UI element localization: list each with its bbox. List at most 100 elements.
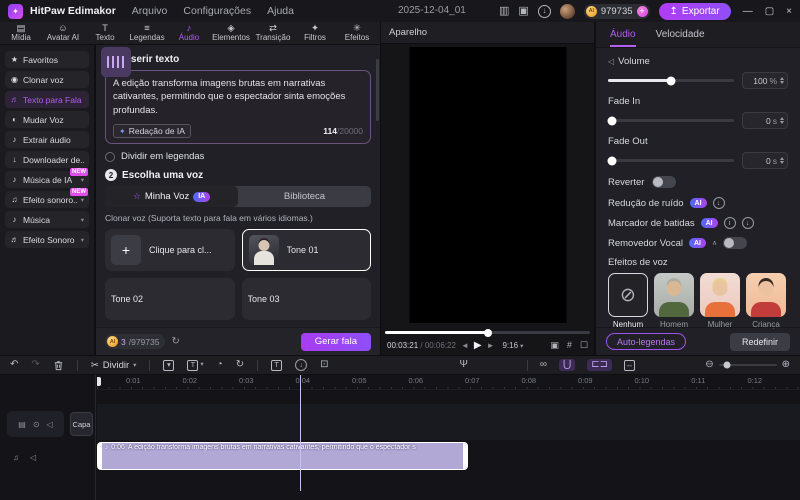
sidebar-item[interactable]: ◐ Mudar Voz xyxy=(5,111,89,128)
voice-card-tone03[interactable]: Tone 03 xyxy=(101,47,371,320)
sidebar-item[interactable]: ♪ Música de IA ▾ NEW xyxy=(5,168,89,188)
text-input[interactable]: A edição transforma imagens brutas em na… xyxy=(105,70,371,144)
media-tab[interactable]: ◈ Elementos xyxy=(210,22,252,44)
timeline-zoom-slider[interactable] xyxy=(718,361,777,369)
record-mic-icon[interactable]: Ψ xyxy=(460,360,468,370)
chevron-down-icon[interactable]: ▾ xyxy=(81,196,84,204)
sidebar-item[interactable]: ★ Favoritos xyxy=(5,51,89,68)
track-visibility-icon[interactable]: ⊙ xyxy=(33,420,40,429)
volume-slider[interactable] xyxy=(608,76,734,85)
vocal-remover-toggle[interactable] xyxy=(723,237,748,249)
sidebar-item[interactable]: ♬ Efeito Sonoro ▾ xyxy=(5,231,89,248)
menu-configuracoes[interactable]: Configurações xyxy=(183,5,251,17)
fade-in-slider-handle[interactable] xyxy=(607,116,617,125)
voice-effect-card[interactable]: ⊘ Nenhum xyxy=(608,273,648,329)
media-tab[interactable]: T Texto xyxy=(84,22,126,44)
ai-writing-button[interactable]: ✦ Redação de IA xyxy=(113,124,191,138)
stepper-icon[interactable] xyxy=(780,117,784,124)
clone-voice-button[interactable]: + Clique para cl... xyxy=(105,229,235,271)
tab-speed[interactable]: Velocidade xyxy=(656,29,705,47)
chevron-up-icon[interactable]: ∧ xyxy=(712,239,717,247)
menu-arquivo[interactable]: Arquivo xyxy=(132,5,168,17)
sidebar-item[interactable]: ♪ Extrair áudio xyxy=(5,131,89,148)
aspect-ratio-dropdown[interactable]: 9:16 ▾ xyxy=(503,341,524,350)
stepper-icon[interactable] xyxy=(780,157,784,164)
credits-badge[interactable]: AI 979735 + xyxy=(583,3,650,19)
grid-icon[interactable]: # xyxy=(567,341,572,350)
tab-my-voice[interactable]: ☆ Minha Voz IA xyxy=(105,186,238,207)
download-icon[interactable]: ↓ xyxy=(712,197,725,209)
feedback-icon[interactable]: ▣ xyxy=(518,5,528,17)
link-icon[interactable]: ∞ xyxy=(540,360,547,370)
cover-button[interactable]: Capa xyxy=(70,412,93,436)
media-tab[interactable]: ♪ Áudio xyxy=(168,22,210,44)
download-icon[interactable]: ↓ xyxy=(741,217,754,229)
download-icon[interactable]: ↓ xyxy=(295,359,308,371)
media-tab[interactable]: ▤ Mídia xyxy=(0,22,42,44)
prev-frame-button[interactable]: ◄ xyxy=(461,341,469,350)
frame-export-icon[interactable]: ⊡ xyxy=(320,360,328,370)
audio-clip[interactable]: ♪ 0:06 A edição transforma imagens bruta… xyxy=(97,442,468,470)
snapshot-icon[interactable]: ▣ xyxy=(550,341,559,350)
reverse-toggle[interactable] xyxy=(652,176,677,188)
video-canvas[interactable] xyxy=(409,47,566,323)
stepper-icon[interactable] xyxy=(780,77,784,84)
chevron-down-icon[interactable]: ▾ xyxy=(81,236,84,244)
volume-value[interactable]: 100% xyxy=(742,72,788,89)
fade-out-value[interactable]: 0s xyxy=(742,152,788,169)
bracket-select-icon[interactable]: ⊏⊐ xyxy=(587,359,612,371)
mask-icon[interactable]: ▾ xyxy=(163,359,175,371)
fade-in-slider[interactable] xyxy=(607,116,734,125)
track-thumbnail-icon[interactable]: ▤ xyxy=(18,420,26,429)
fit-timeline-icon[interactable]: ↔ xyxy=(623,359,635,371)
refresh-icon[interactable]: ↻ xyxy=(171,336,179,347)
voice-effect-card[interactable]: Homem xyxy=(654,273,694,329)
minimize-button[interactable]: — xyxy=(743,6,753,17)
fade-out-slider-handle[interactable] xyxy=(607,156,617,165)
fullscreen-icon[interactable]: ☐ xyxy=(580,341,588,350)
loop-play-icon[interactable]: ↻ xyxy=(236,360,244,370)
redo-icon[interactable]: ↷ xyxy=(31,360,39,370)
zoom-slider-handle[interactable] xyxy=(723,361,731,369)
voice-effect-card[interactable]: Criança xyxy=(746,273,786,329)
export-button[interactable]: ↥ Exportar xyxy=(658,2,731,20)
auto-captions-button[interactable]: Auto-legendas xyxy=(606,333,687,350)
undo-icon[interactable]: ↶ xyxy=(10,360,18,370)
play-button[interactable]: ▶ xyxy=(474,340,482,351)
chevron-down-icon[interactable]: ▾ xyxy=(81,216,84,224)
media-tab[interactable]: ☺ Avatar AI xyxy=(42,22,84,44)
media-tab[interactable]: ✦ Filtros xyxy=(294,22,336,44)
generate-speech-button[interactable]: Gerar fala xyxy=(300,332,371,351)
timeline-ruler[interactable]: 0:01 0:02 0:03 0:04 0:05 0:06 0:07 0:08 … xyxy=(97,375,800,390)
checkbox-icon[interactable] xyxy=(105,151,115,162)
audio-track-icon[interactable]: ♫ xyxy=(13,453,19,462)
sidebar-item[interactable]: ↓ Downloader de... xyxy=(5,151,89,168)
maximize-button[interactable]: ▢ xyxy=(765,6,774,17)
video-track[interactable] xyxy=(97,404,800,440)
text-tool-icon[interactable]: T ▾ xyxy=(187,359,204,371)
timeline-marker[interactable] xyxy=(97,377,101,386)
delete-icon[interactable] xyxy=(53,360,64,371)
layout-icon[interactable]: ▥ xyxy=(499,5,509,17)
zoom-out-icon[interactable]: ⊖ xyxy=(705,360,713,370)
voice-effect-card[interactable]: Mulher xyxy=(700,273,740,329)
split-button[interactable]: ✂ Dividir ▾ xyxy=(91,360,137,371)
track-mute-icon[interactable]: ◁ xyxy=(47,420,53,429)
fade-out-slider[interactable] xyxy=(607,156,734,165)
fade-in-value[interactable]: 0s xyxy=(742,112,788,129)
sidebar-item[interactable]: ♪ Música ▾ xyxy=(5,211,89,228)
add-credits-icon[interactable]: + xyxy=(636,5,648,17)
download-center-icon[interactable]: ↓ xyxy=(537,4,551,18)
split-captions-checkbox[interactable]: Dividir em legendas xyxy=(105,151,371,162)
sidebar-item[interactable]: ♫ Efeito sonoro... ▾ NEW xyxy=(5,188,89,208)
next-frame-button[interactable]: ► xyxy=(487,341,495,350)
voice-card-tone01[interactable]: Tone 01 xyxy=(241,229,371,271)
media-tab[interactable]: ⇄ Transição xyxy=(252,22,294,44)
user-avatar[interactable] xyxy=(559,3,575,19)
magnet-icon[interactable]: ⋃ xyxy=(559,359,576,371)
scrollbar[interactable] xyxy=(376,59,379,121)
chevron-down-icon[interactable]: ▾ xyxy=(81,176,84,184)
text-input-value[interactable]: A edição transforma imagens brutas em na… xyxy=(113,77,363,117)
close-button[interactable]: × xyxy=(786,6,792,17)
reset-button[interactable]: Redefinir xyxy=(729,332,790,351)
